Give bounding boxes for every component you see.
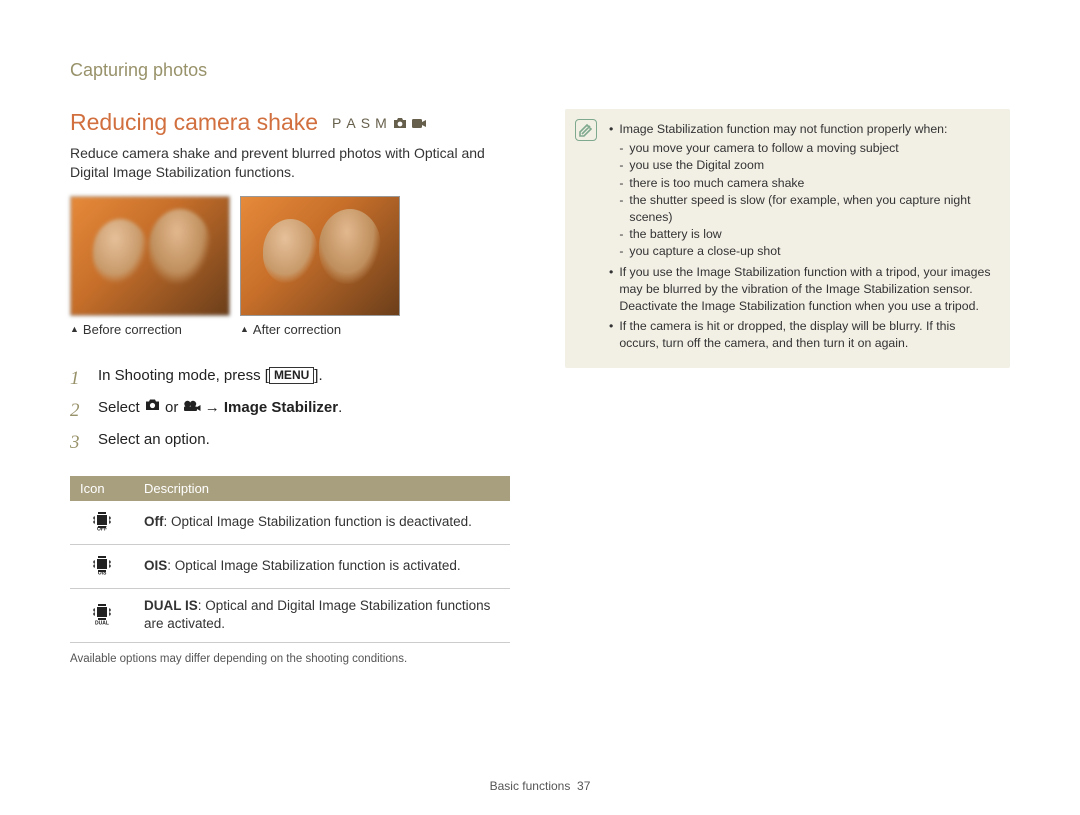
section-label: Capturing photos bbox=[70, 60, 1010, 81]
options-table: Icon Description OFF Off: Optical Image … bbox=[70, 476, 510, 643]
thumbnail-after bbox=[240, 196, 400, 316]
note-sub-item: you move your camera to follow a moving … bbox=[619, 140, 996, 157]
step-3: 3 Select an option. bbox=[70, 427, 510, 459]
note-bullet-2: If you use the Image Stabilization funct… bbox=[609, 264, 996, 316]
th-icon: Icon bbox=[70, 476, 134, 501]
video-icon bbox=[183, 395, 201, 421]
mode-p: P bbox=[332, 115, 343, 131]
table-row: DUAL DUAL IS: Optical and Digital Image … bbox=[70, 589, 510, 642]
page-footer: Basic functions 37 bbox=[0, 779, 1080, 793]
note-sub-item: the battery is low bbox=[619, 226, 996, 243]
video-mode-icon bbox=[411, 115, 427, 131]
note-sub-item: you use the Digital zoom bbox=[619, 157, 996, 174]
note-sub-item: there is too much camera shake bbox=[619, 175, 996, 192]
caption-after: ▲After correction bbox=[240, 322, 400, 337]
mode-s: S bbox=[361, 115, 372, 131]
note-icon bbox=[575, 119, 597, 141]
note-box: Image Stabilization function may not fun… bbox=[565, 109, 1010, 368]
step-1: 1 In Shooting mode, press [MENU]. bbox=[70, 363, 510, 395]
example-thumbnails bbox=[70, 196, 510, 316]
note-bullet-1: Image Stabilization function may not fun… bbox=[609, 121, 996, 261]
table-row: OIS OIS: Optical Image Stabilization fun… bbox=[70, 544, 510, 588]
svg-text:OFF: OFF bbox=[97, 526, 107, 531]
stabilizer-dual-icon: DUAL bbox=[70, 589, 134, 642]
svg-text:DUAL: DUAL bbox=[95, 620, 109, 625]
intro-text: Reduce camera shake and prevent blurred … bbox=[70, 144, 510, 182]
step-2: 2 Select or → Image Stabilizer. bbox=[70, 395, 510, 427]
note-sub-item: you capture a close-up shot bbox=[619, 243, 996, 260]
mode-icons: P A S M bbox=[332, 115, 427, 131]
footnote: Available options may differ depending o… bbox=[70, 653, 510, 665]
camera-mode-icon bbox=[392, 115, 408, 131]
caption-before: ▲Before correction bbox=[70, 322, 230, 337]
note-sub-item: the shutter speed is slow (for example, … bbox=[619, 192, 996, 226]
page-heading: Reducing camera shake bbox=[70, 109, 318, 136]
svg-text:OIS: OIS bbox=[98, 570, 107, 575]
stabilizer-ois-icon: OIS bbox=[70, 544, 134, 588]
note-bullet-3: If the camera is hit or dropped, the dis… bbox=[609, 318, 996, 352]
stabilizer-off-icon: OFF bbox=[70, 501, 134, 545]
th-description: Description bbox=[134, 476, 510, 501]
menu-button-label: MENU bbox=[269, 367, 314, 384]
steps-list: 1 In Shooting mode, press [MENU]. 2 Sele… bbox=[70, 363, 510, 460]
mode-m: M bbox=[375, 115, 389, 131]
thumbnail-before bbox=[70, 196, 230, 316]
camera-icon bbox=[144, 395, 161, 421]
mode-a: A bbox=[346, 115, 357, 131]
table-row: OFF Off: Optical Image Stabilization fun… bbox=[70, 501, 510, 545]
